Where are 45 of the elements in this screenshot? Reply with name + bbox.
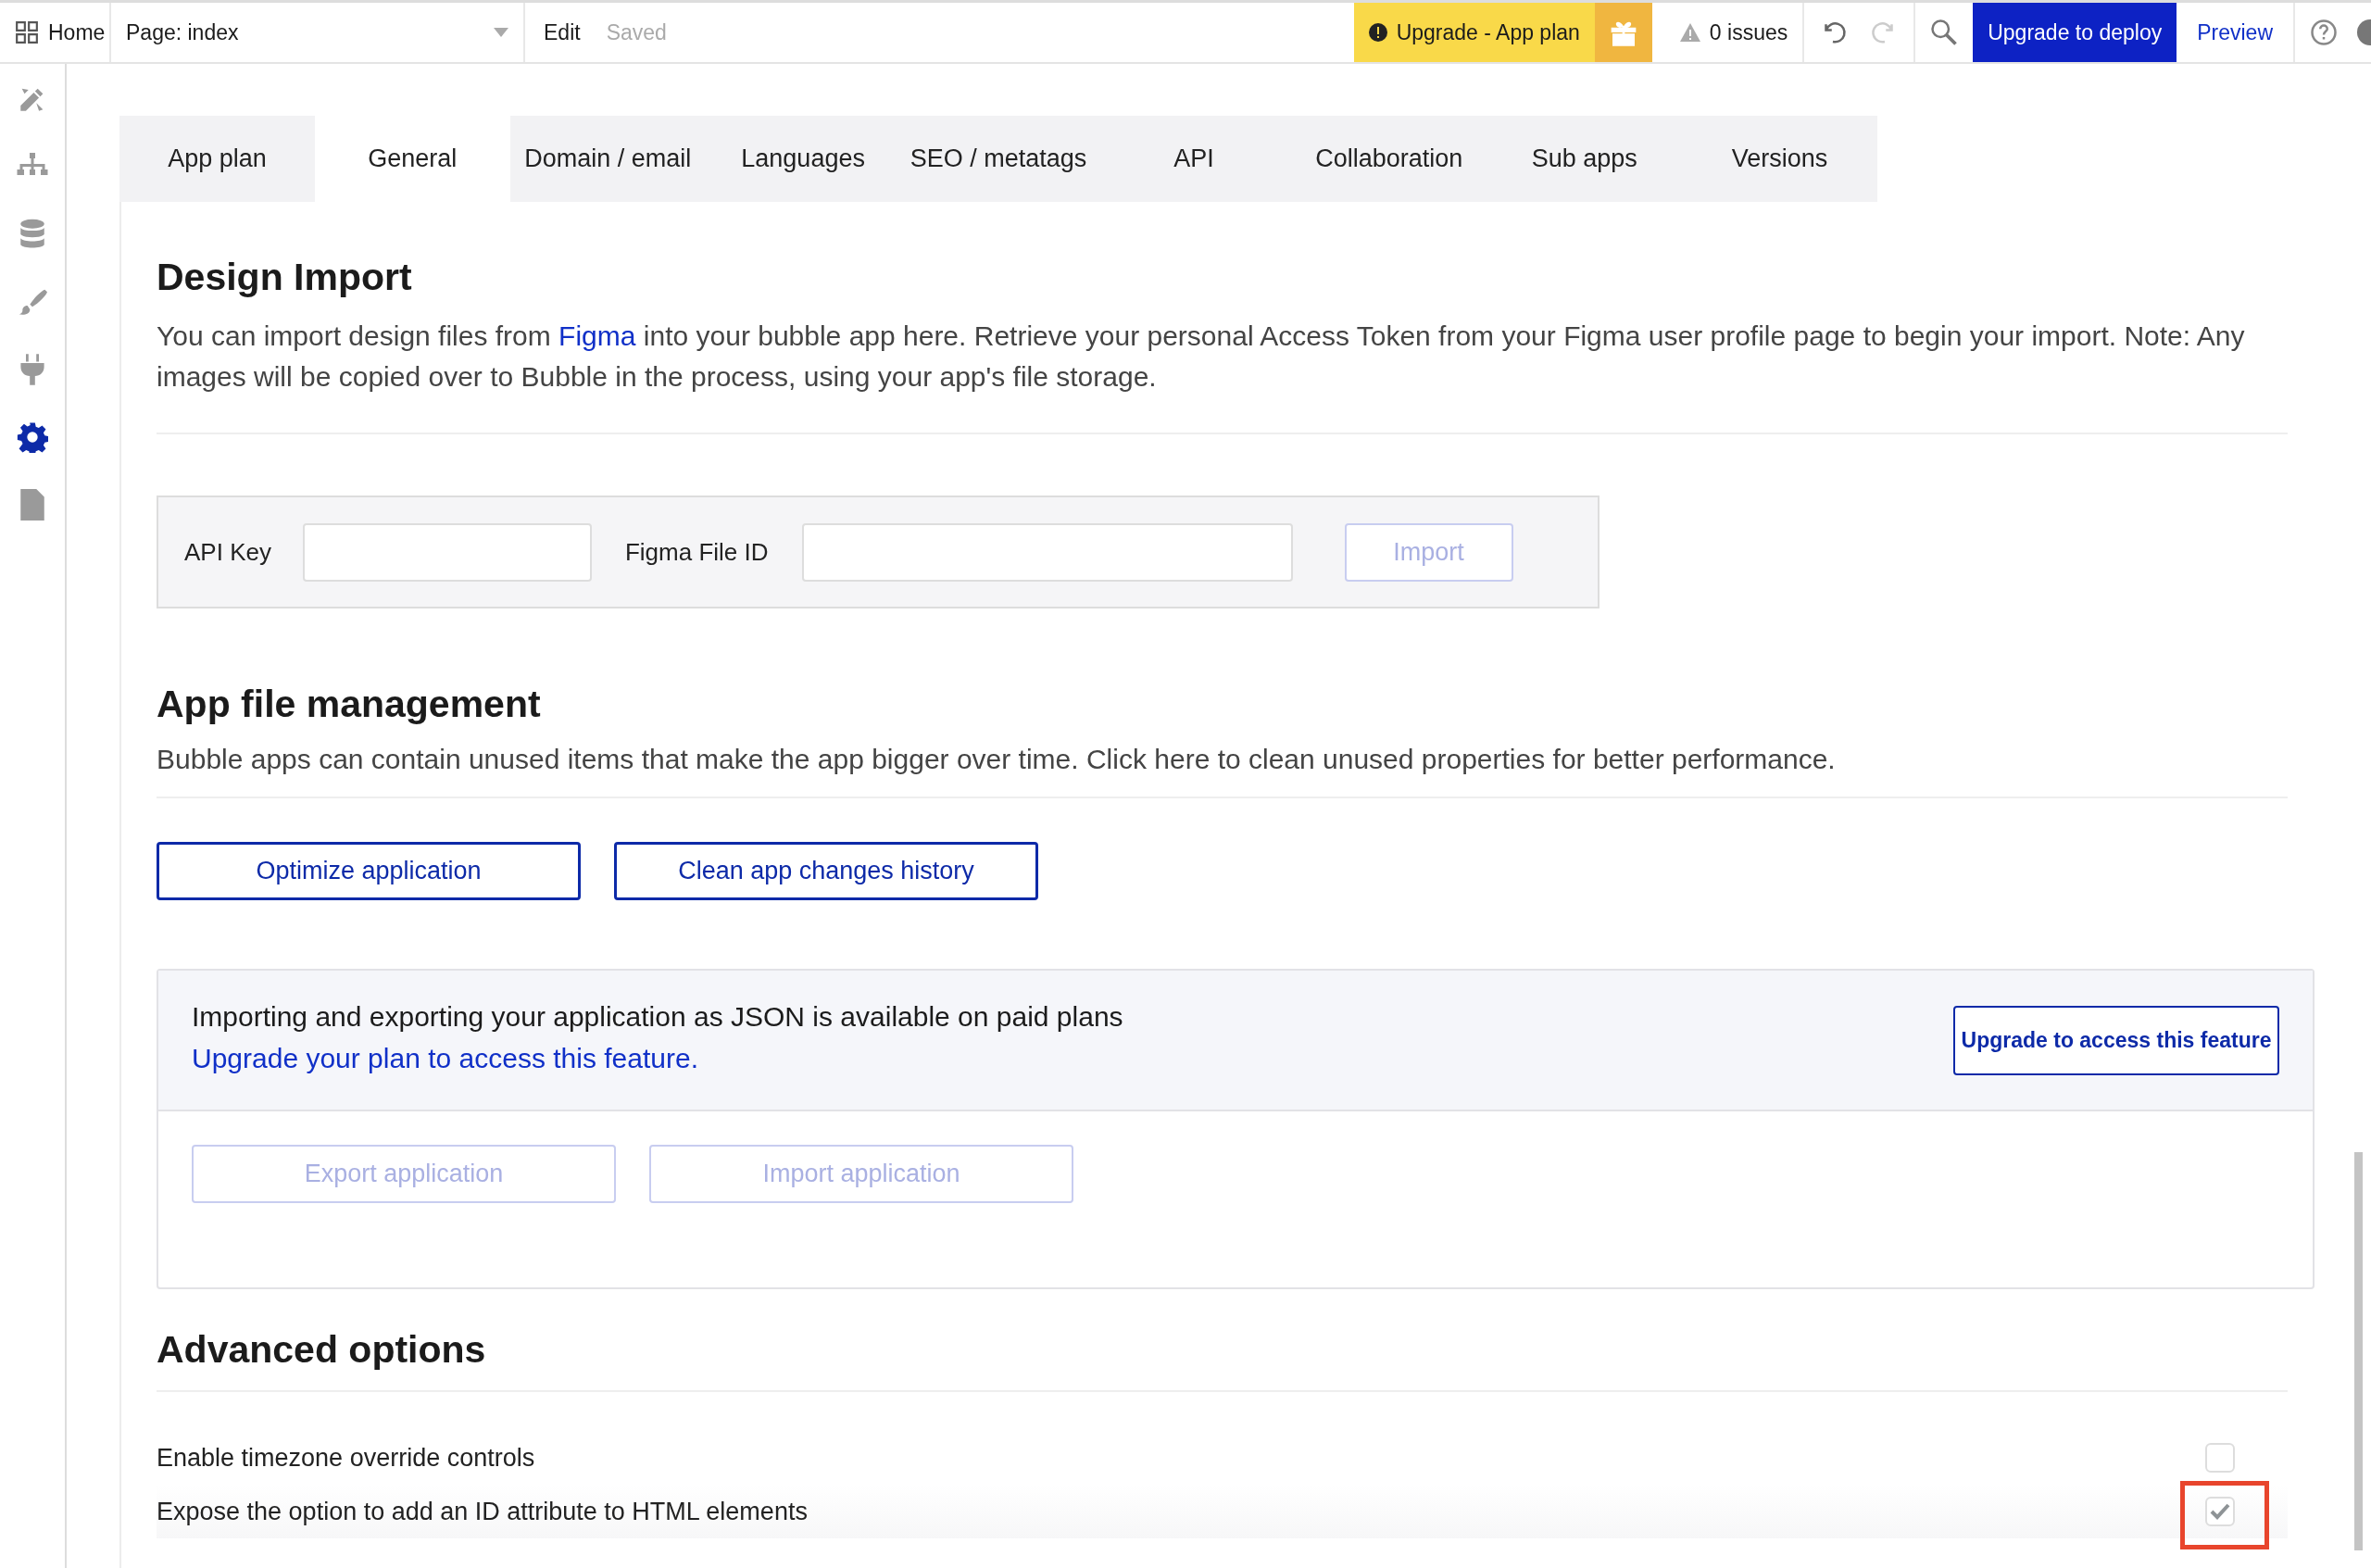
alert-icon <box>1368 23 1387 42</box>
grid-icon <box>15 20 39 44</box>
upgrade-link[interactable]: Upgrade your plan to access this feature. <box>192 1043 698 1073</box>
description-text: You can import design files from Figma into your bubble app here. Retrieve your personal Access Token from your Figma user profile page to begin your import. Note: Any images will be copied over to Bubble in the process, using your app's file storage. <box>157 320 2246 394</box>
settings-tab[interactable]: Domain / email <box>509 116 706 202</box>
description-text: Bubble apps can contain unused items that make the app bigger over time. Click here to clean unused properties for better performance. <box>157 743 1837 776</box>
section-heading: Design Import <box>157 256 413 299</box>
notice-text: Importing and exporting your application as JSON is available on paid plans <box>192 1001 1123 1033</box>
action-button[interactable]: Clean app changes history <box>614 842 1038 900</box>
figma-link[interactable]: Figma <box>558 320 636 351</box>
avatar-icon[interactable] <box>2356 19 2371 46</box>
issues-count[interactable]: 0 issues <box>1709 19 1788 45</box>
settings-tab[interactable]: Versions <box>1682 116 1877 202</box>
upgrade-plan-button[interactable]: Upgrade - App plan <box>1353 3 1595 62</box>
api-key-field[interactable] <box>302 522 592 582</box>
deploy-button[interactable]: Upgrade to deploy <box>1973 3 2177 62</box>
option-label: Enable timezone override controls <box>157 1443 535 1473</box>
settings-tab[interactable]: General <box>314 116 510 202</box>
settings-tab[interactable]: API <box>1096 116 1292 202</box>
saved-status: Saved <box>606 19 667 45</box>
field-label: Figma File ID <box>624 537 769 567</box>
checkmark-icon <box>2210 1503 2230 1520</box>
settings-icon[interactable] <box>16 420 49 454</box>
section-heading: App file management <box>157 683 542 726</box>
option-label: Expose the option to add an ID attribute to HTML elements <box>157 1497 808 1526</box>
section-heading: Advanced options <box>157 1328 487 1372</box>
page-dropdown[interactable]: Page: index <box>109 3 523 62</box>
file-id-field[interactable] <box>801 522 1293 582</box>
settings-tab[interactable]: Languages <box>705 116 901 202</box>
search-icon[interactable] <box>1930 19 1959 46</box>
settings-tab[interactable]: Collaboration <box>1291 116 1487 202</box>
settings-tab[interactable]: Sub apps <box>1487 116 1683 202</box>
option-checkbox[interactable] <box>2205 1497 2235 1526</box>
settings-tab[interactable]: SEO / metatags <box>900 116 1097 202</box>
scrollbar-thumb[interactable] <box>2354 1152 2363 1550</box>
field-label: API Key <box>184 537 271 567</box>
home-link[interactable]: Home <box>48 19 106 45</box>
help-icon[interactable] <box>2310 19 2338 46</box>
edit-label[interactable]: Edit <box>544 19 581 45</box>
settings-tab[interactable]: App plan <box>119 116 315 202</box>
warning-icon <box>1679 23 1700 42</box>
option-checkbox[interactable] <box>2205 1443 2235 1473</box>
action-button[interactable]: Optimize application <box>157 842 581 900</box>
caret-icon <box>494 28 508 37</box>
upgrade-button[interactable]: Upgrade to access this feature <box>1953 1005 2279 1075</box>
